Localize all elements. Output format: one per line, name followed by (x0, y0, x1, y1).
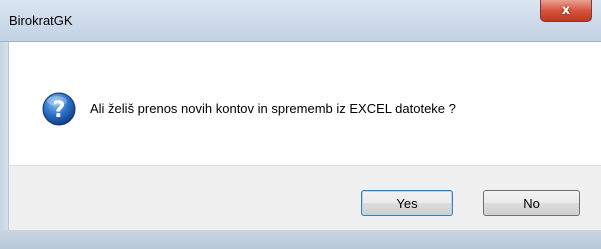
close-button[interactable]: x (540, 0, 592, 22)
message-dialog: BirokratGK x ? Ali želiš prenos novih ko… (0, 0, 601, 249)
yes-button[interactable]: Yes (361, 190, 453, 216)
question-icon: ? (42, 92, 76, 126)
background-strip (0, 230, 601, 249)
dialog-titlebar[interactable]: BirokratGK x (0, 0, 601, 42)
svg-text:?: ? (53, 98, 66, 123)
close-icon: x (561, 3, 571, 18)
dialog-title: BirokratGK (9, 13, 73, 28)
window-frame-left (0, 42, 8, 230)
no-button[interactable]: No (483, 190, 580, 216)
dialog-message: Ali želiš prenos novih kontov in spremem… (90, 101, 456, 116)
